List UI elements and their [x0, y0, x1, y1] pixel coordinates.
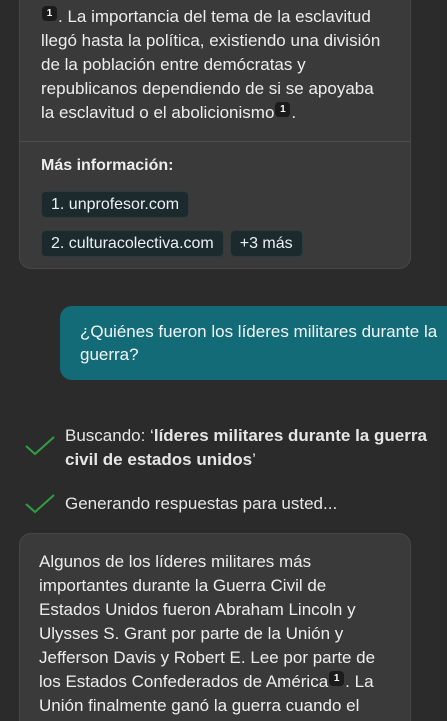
previous-answer-text: 1. La importancia del tema de la esclavi… — [20, 0, 410, 125]
sources-row: 1. unprofesor.com — [41, 191, 190, 218]
answer-text-part: . La importancia del tema de la esclavit… — [41, 7, 381, 122]
citation-marker[interactable]: 1 — [275, 102, 291, 117]
answer-text-end: . — [291, 103, 297, 122]
user-message-bubble: ¿Quiénes fueron los líderes militares du… — [60, 306, 447, 380]
check-icon — [25, 494, 55, 514]
user-message-text: ¿Quiénes fueron los líderes militares du… — [80, 322, 438, 364]
generating-text: Generando respuestas para usted... — [65, 494, 338, 513]
citation-marker[interactable]: 1 — [329, 671, 345, 686]
searching-status: Buscando: ‘líderes militares durante la … — [24, 424, 434, 472]
check-icon — [25, 436, 55, 456]
searching-prefix: Buscando: ‘ — [65, 426, 154, 445]
searching-suffix: ’ — [252, 450, 256, 469]
card-divider — [20, 141, 410, 142]
generating-status: Generando respuestas para usted... — [24, 492, 434, 516]
source-link-2[interactable]: 2. culturacolectiva.com — [41, 230, 224, 257]
chat-page: 1. La importancia del tema de la esclavi… — [0, 0, 447, 721]
answer-text-part: Algunos de los líderes militares más imp… — [39, 552, 376, 691]
more-sources-button[interactable]: +3 más — [229, 230, 303, 257]
answer-text: Algunos de los líderes militares más imp… — [20, 534, 410, 718]
citation-marker[interactable]: 1 — [42, 6, 57, 21]
answer-card: Algunos de los líderes militares más imp… — [19, 533, 411, 721]
sources-row: 2. culturacolectiva.com +3 más — [41, 230, 303, 257]
more-info-label: Más información: — [41, 157, 174, 174]
source-link-1[interactable]: 1. unprofesor.com — [41, 191, 190, 218]
previous-answer-card: 1. La importancia del tema de la esclavi… — [19, 0, 411, 269]
